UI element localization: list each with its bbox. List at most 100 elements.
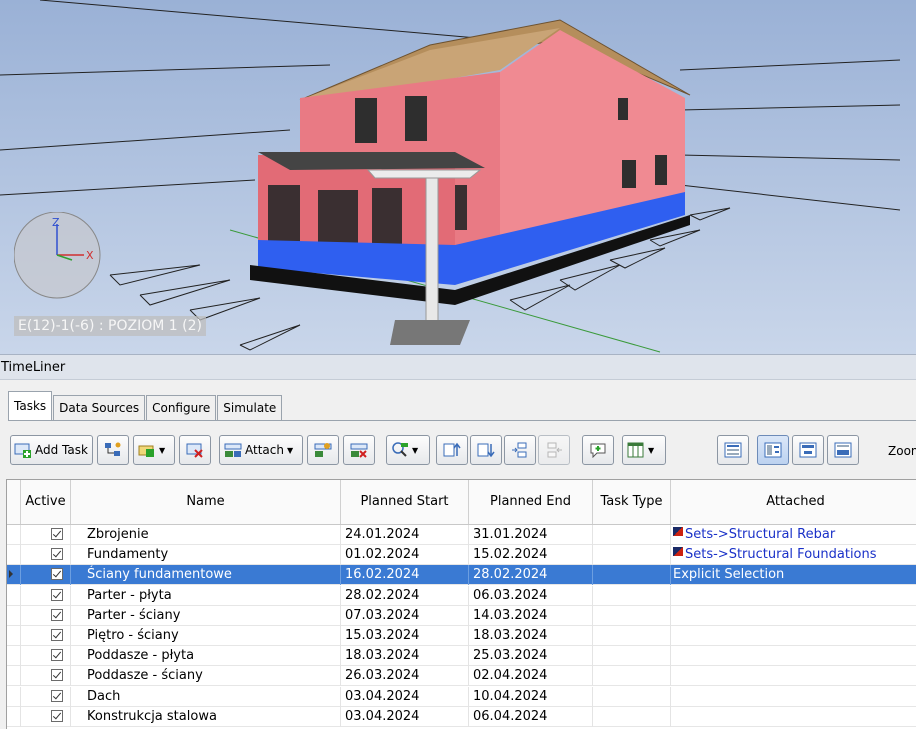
column-header-name[interactable]: Name (71, 480, 341, 524)
move-down-button[interactable] (470, 435, 502, 465)
active-checkbox[interactable] (51, 588, 63, 601)
attached-cell[interactable] (671, 707, 916, 727)
task-type-cell[interactable] (593, 585, 671, 606)
table-row[interactable]: Fundamenty 01.02.2024 15.02.2024 Sets->Stru… (7, 545, 916, 566)
task-name-cell[interactable]: Parter - płyta (71, 585, 341, 606)
auto-attach-button[interactable] (307, 435, 339, 465)
table-row[interactable]: Zbrojenie 24.01.2024 31.01.2024 Sets->Struc… (7, 525, 916, 545)
planned-end-cell[interactable]: 25.03.2024 (469, 646, 593, 667)
active-checkbox[interactable] (51, 568, 63, 581)
table-row[interactable]: Ściany fundamentowe 16.02.2024 28.02.2024 E… (7, 565, 916, 586)
task-type-cell[interactable] (593, 706, 671, 727)
3d-viewport[interactable]: Z X E(12)-1(-6) : POZIOM 1 (2) (0, 0, 916, 354)
column-header-planned-start[interactable]: Planned Start (341, 480, 469, 524)
active-checkbox[interactable] (51, 629, 63, 641)
column-header-task-type[interactable]: Task Type (593, 480, 671, 524)
task-name-cell[interactable]: Dach (71, 686, 341, 707)
task-type-cell[interactable] (593, 626, 671, 646)
active-checkbox[interactable] (51, 528, 63, 540)
show-gantt-only-button[interactable] (792, 435, 824, 465)
task-name-cell[interactable]: Ściany fundamentowe (71, 565, 341, 586)
attached-cell[interactable] (671, 666, 916, 686)
table-row[interactable]: Dach 03.04.2024 10.04.2024 (7, 686, 916, 707)
view-gizmo[interactable]: Z X (14, 212, 114, 312)
column-header-planned-end[interactable]: Planned End (469, 480, 593, 524)
table-row[interactable]: Piętro - ściany 15.03.2024 18.03.2024 (7, 626, 916, 646)
tab-simulate[interactable]: Simulate (217, 395, 283, 420)
find-items-dropdown[interactable]: ▼ (386, 435, 430, 465)
table-row[interactable]: Poddasze - płyta 18.03.2024 25.03.2024 (7, 646, 916, 667)
active-checkbox[interactable] (51, 649, 63, 662)
planned-start-cell[interactable]: 26.03.2024 (341, 666, 469, 687)
row-selector[interactable] (7, 706, 21, 727)
planned-start-cell[interactable]: 16.02.2024 (341, 565, 469, 586)
planned-end-cell[interactable]: 18.03.2024 (469, 626, 593, 646)
planned-start-cell[interactable]: 18.03.2024 (341, 646, 469, 667)
task-type-cell[interactable] (593, 686, 671, 707)
auto-add-tasks-button[interactable] (97, 435, 129, 465)
task-name-cell[interactable]: Poddasze - ściany (71, 666, 341, 687)
show-list-and-gantt-button[interactable] (757, 435, 789, 465)
attached-cell[interactable]: Sets->Structural Rebar (671, 525, 916, 545)
attached-cell[interactable]: Sets->Structural Foundations (671, 545, 916, 565)
row-selector[interactable] (7, 525, 21, 545)
row-selector[interactable] (7, 686, 21, 707)
attached-cell[interactable]: Explicit Selection (671, 565, 916, 585)
table-row[interactable]: Parter - płyta 28.02.2024 06.03.2024 (7, 585, 916, 606)
attached-cell[interactable] (671, 646, 916, 666)
columns-dropdown[interactable]: ▼ (622, 435, 666, 465)
planned-start-cell[interactable]: 28.02.2024 (341, 585, 469, 606)
row-selector[interactable] (7, 666, 21, 687)
row-selector[interactable] (7, 626, 21, 646)
active-checkbox[interactable] (51, 548, 63, 561)
insert-task-dropdown[interactable]: ▼ (133, 435, 175, 465)
task-name-cell[interactable]: Poddasze - płyta (71, 646, 341, 667)
outdent-button[interactable] (538, 435, 570, 465)
planned-end-cell[interactable]: 06.04.2024 (469, 706, 593, 727)
active-checkbox[interactable] (51, 689, 63, 702)
tab-configure[interactable]: Configure (146, 395, 217, 420)
task-name-cell[interactable]: Parter - ściany (71, 605, 341, 626)
column-header-active[interactable]: Active (21, 480, 71, 524)
tab-data-sources[interactable]: Data Sources (53, 395, 146, 420)
row-selector[interactable] (7, 646, 21, 667)
task-type-cell[interactable] (593, 605, 671, 626)
attached-cell[interactable] (671, 606, 916, 626)
show-list-only-button[interactable] (717, 435, 749, 465)
active-checkbox[interactable] (51, 709, 63, 722)
active-checkbox[interactable] (51, 608, 63, 621)
add-comment-button[interactable] (582, 435, 614, 465)
task-type-cell[interactable] (593, 525, 671, 545)
task-type-cell[interactable] (593, 666, 671, 687)
task-type-cell[interactable] (593, 565, 671, 586)
planned-end-cell[interactable]: 10.04.2024 (469, 686, 593, 707)
planned-end-cell[interactable]: 06.03.2024 (469, 585, 593, 606)
row-selector[interactable] (7, 545, 21, 566)
row-selector[interactable] (7, 585, 21, 606)
active-checkbox[interactable] (51, 669, 63, 682)
planned-start-cell[interactable]: 01.02.2024 (341, 545, 469, 566)
column-header-attached[interactable]: Attached (671, 480, 916, 524)
task-type-cell[interactable] (593, 545, 671, 566)
task-name-cell[interactable]: Piętro - ściany (71, 626, 341, 646)
delete-task-button[interactable] (179, 435, 211, 465)
tab-tasks[interactable]: Tasks (8, 391, 53, 420)
task-name-cell[interactable]: Fundamenty (71, 545, 341, 566)
attach-dropdown[interactable]: Attach ▼ (219, 435, 303, 465)
planned-start-cell[interactable]: 03.04.2024 (341, 706, 469, 727)
show-gantt-split-button[interactable] (827, 435, 859, 465)
add-task-button[interactable]: Add Task (10, 435, 93, 465)
planned-start-cell[interactable]: 15.03.2024 (341, 626, 469, 646)
row-selector[interactable] (7, 605, 21, 626)
table-row[interactable]: Konstrukcja stalowa 03.04.2024 06.04.2024 (7, 706, 916, 727)
planned-start-cell[interactable]: 24.01.2024 (341, 525, 469, 545)
planned-end-cell[interactable]: 15.02.2024 (469, 545, 593, 566)
planned-end-cell[interactable]: 31.01.2024 (469, 525, 593, 545)
task-grid[interactable]: Active Name Planned Start Planned End Ta… (6, 479, 916, 729)
attached-cell[interactable] (671, 626, 916, 646)
planned-start-cell[interactable]: 07.03.2024 (341, 605, 469, 626)
row-selector[interactable] (7, 565, 21, 586)
planned-start-cell[interactable]: 03.04.2024 (341, 686, 469, 707)
task-type-cell[interactable] (593, 646, 671, 667)
planned-end-cell[interactable]: 14.03.2024 (469, 605, 593, 626)
